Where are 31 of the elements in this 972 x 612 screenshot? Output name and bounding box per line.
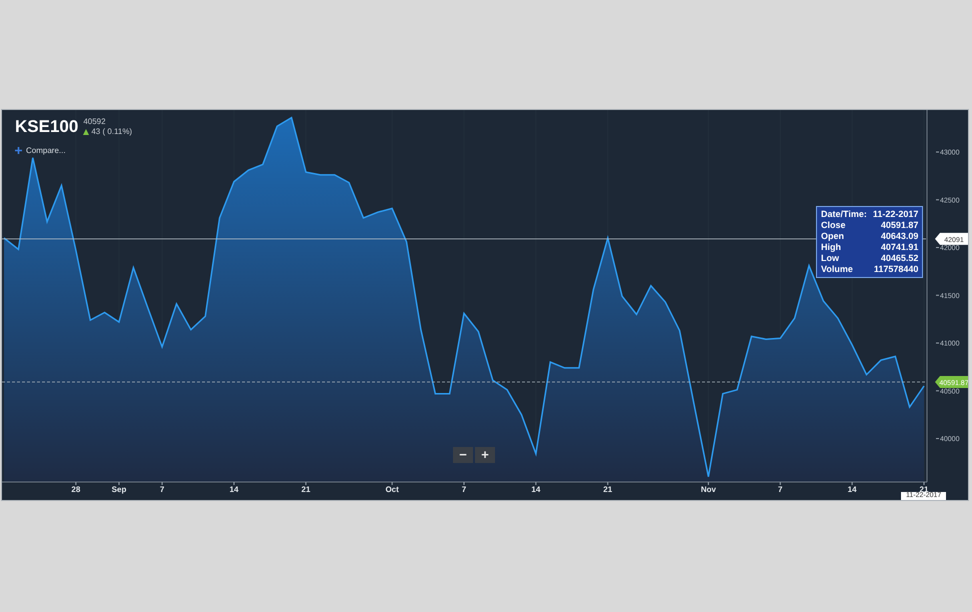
tooltip-value: 40465.52 <box>880 253 918 264</box>
axis-label: Sep <box>112 485 126 494</box>
axis-label: 28 <box>71 485 80 494</box>
tooltip-label: Date/Time: <box>821 209 867 220</box>
axis-label: 21 <box>301 485 310 494</box>
axis-label: 7 <box>160 485 164 494</box>
plus-icon[interactable] <box>15 147 22 154</box>
axis-label: 14 <box>848 485 857 494</box>
tooltip-label: Close <box>821 220 847 231</box>
compare-link[interactable]: Compare... <box>26 146 66 155</box>
axis-label: Nov <box>700 485 716 494</box>
axis-label: 7 <box>778 485 782 494</box>
tooltip-label: High <box>821 242 842 253</box>
tooltip-label: Low <box>821 253 840 264</box>
axis-label: 14 <box>531 485 540 494</box>
tooltip-value: 40591.87 <box>880 220 918 231</box>
tooltip-label: Volume <box>821 264 854 275</box>
tooltip-value: 11-22-2017 <box>872 209 918 220</box>
tooltip-value: 117578440 <box>872 264 918 275</box>
price-value: 40592 <box>83 117 107 127</box>
tooltip-value: 40643.09 <box>880 231 918 242</box>
axis-label: Oct <box>385 485 399 494</box>
tooltip-value: 40741.91 <box>880 242 918 253</box>
axis-label: 21 <box>603 485 612 494</box>
axis-label: 14 <box>230 485 238 494</box>
index-symbol: KSE100 <box>15 117 78 137</box>
tooltip-label: Open <box>821 231 846 242</box>
zoom-out-button[interactable]: − <box>453 447 473 463</box>
price-change: 43 ( 0.11%) <box>91 127 132 137</box>
zoom-in-button[interactable]: + <box>475 447 495 463</box>
axis-label: 7 <box>462 485 466 494</box>
